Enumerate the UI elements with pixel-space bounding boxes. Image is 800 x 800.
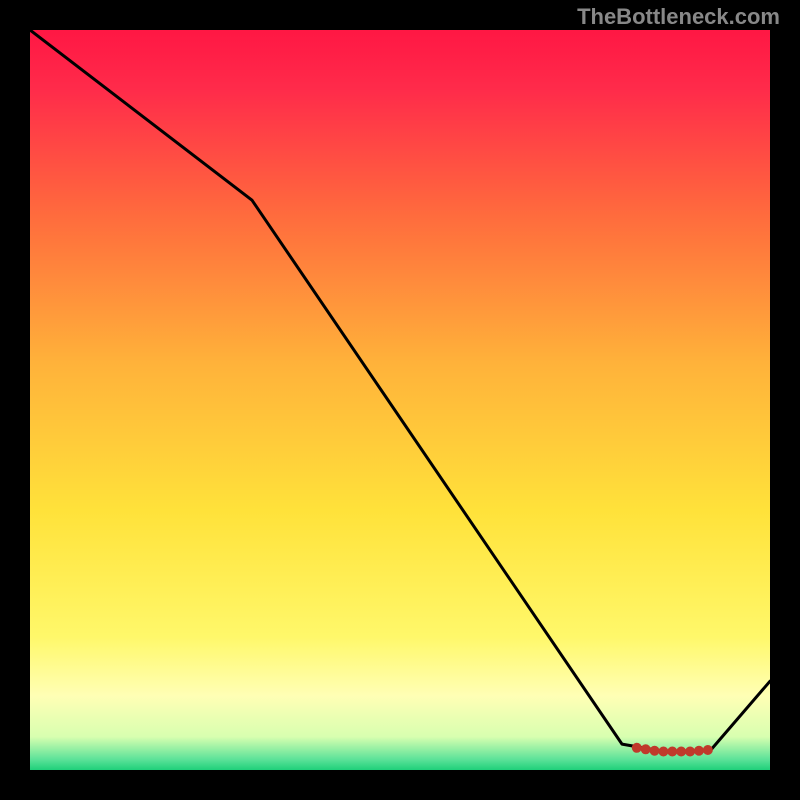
line-marker: [694, 746, 704, 756]
watermark-label: TheBottleneck.com: [577, 4, 780, 30]
line-marker: [650, 746, 660, 756]
chart-container: TheBottleneck.com: [0, 0, 800, 800]
plot-area: [30, 30, 770, 770]
line-marker: [641, 744, 651, 754]
line-marker: [632, 743, 642, 753]
line-marker: [667, 747, 677, 757]
gradient-background: [30, 30, 770, 770]
line-marker: [685, 747, 695, 757]
line-marker: [658, 747, 668, 757]
chart-svg: [30, 30, 770, 770]
line-marker: [676, 747, 686, 757]
line-marker: [703, 745, 713, 755]
